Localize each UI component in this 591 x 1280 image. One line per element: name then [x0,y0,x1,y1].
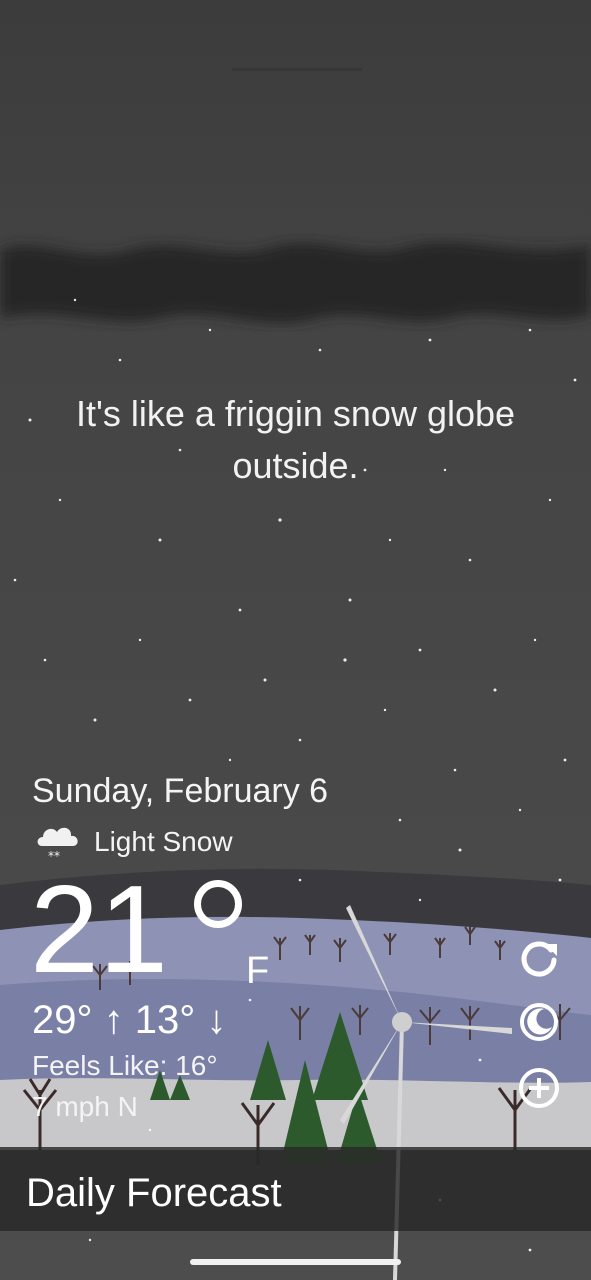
current-temperature: 21 [30,861,168,999]
temperature-unit: F [246,950,270,992]
add-location-button[interactable] [517,1066,561,1110]
weather-quote: It's like a friggin snow globe outside. [75,393,516,486]
feels-like-label: Feels Like: 16° [32,1050,218,1081]
wind-label: 7 mph N [32,1091,138,1122]
plus-circle-icon [519,1068,559,1108]
condition-label: Light Snow [94,826,233,857]
refresh-button[interactable] [517,936,561,980]
home-indicator[interactable] [190,1259,401,1265]
condition-row: ** Light Snow [34,820,233,864]
daily-forecast-label[interactable]: Daily Forecast [26,1171,282,1216]
date-label: Sunday, February 6 [32,772,329,810]
snow-cloud-icon: ** [37,827,78,863]
theme-button[interactable] [517,1000,561,1044]
high-low-temperature: 29° ↑ 13° ↓ [32,998,227,1042]
moon-icon [520,1003,558,1041]
refresh-icon [521,941,557,977]
snowy-landscape-scene [0,0,591,1280]
degree-symbol [194,880,242,928]
